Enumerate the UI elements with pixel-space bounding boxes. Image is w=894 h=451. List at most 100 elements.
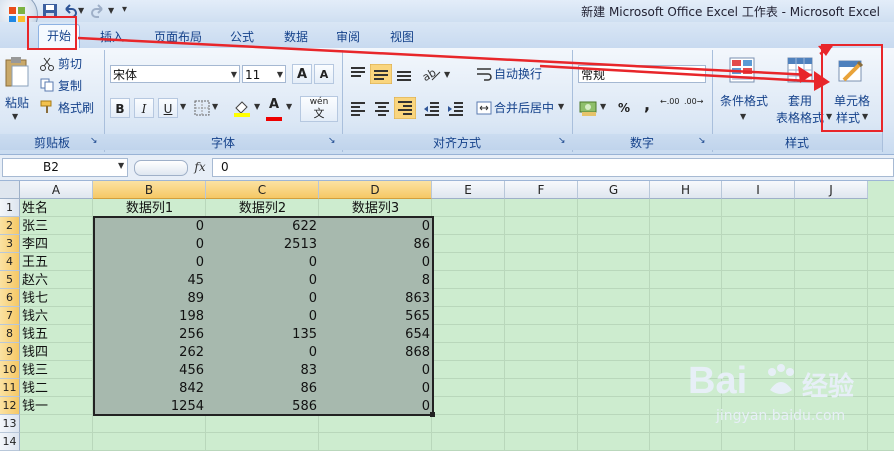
column-header-d[interactable]: D [319,181,432,199]
name-box[interactable]: B2 [2,158,128,177]
row-header-8[interactable]: 8 [0,325,20,343]
cell-a2[interactable]: 张三 [20,217,93,235]
font-size-combo[interactable]: 11 ▼ [242,65,286,83]
tab-view[interactable]: 视图 [384,28,420,46]
underline-button[interactable]: U [158,98,178,118]
cell-a11[interactable]: 钱二 [20,379,93,397]
row-header-3[interactable]: 3 [0,235,20,253]
tab-formulas[interactable]: 公式 [224,28,260,46]
select-all-corner[interactable] [0,181,20,199]
cell-a3[interactable]: 李四 [20,235,93,253]
cell-a12[interactable]: 钱一 [20,397,93,415]
tab-page-layout[interactable]: 页面布局 [148,28,208,46]
customize-qat-icon[interactable]: ▾ [122,4,127,15]
cell-d1[interactable]: 数据列3 [319,199,432,217]
column-header-g[interactable]: G [578,181,650,199]
fill-handle[interactable] [430,412,435,417]
fill-color-icon[interactable] [232,99,252,117]
align-top-icon[interactable] [348,64,368,84]
phonetic-button[interactable]: wén 文 [300,96,338,122]
increase-decimal-button[interactable]: ←.00 [660,97,682,119]
formula-bar-splitter[interactable] [134,160,188,176]
column-header-a[interactable]: A [20,181,93,199]
merge-center-button[interactable]: 合并后居中 [494,98,554,118]
tab-insert[interactable]: 插入 [92,28,132,46]
cell-a1[interactable]: 姓名 [20,199,93,217]
shrink-font-button[interactable]: A [314,64,334,84]
align-middle-icon[interactable] [370,64,392,84]
font-color-dropdown-icon[interactable]: ▼ [286,102,292,111]
column-header-f[interactable]: F [505,181,578,199]
cell-a8[interactable]: 钱五 [20,325,93,343]
cell-a5[interactable]: 赵六 [20,271,93,289]
align-center-icon[interactable] [372,98,392,118]
undo-dropdown-icon[interactable]: ▼ [78,6,84,15]
paste-button[interactable]: 粘贴 [2,94,32,111]
column-header-j[interactable]: J [795,181,868,199]
row-header-2[interactable]: 2 [0,217,20,235]
merge-center-dropdown-icon[interactable]: ▼ [558,102,564,111]
comma-style-button[interactable]: , [640,96,654,116]
wrap-text-button[interactable]: 自动换行 [494,64,542,84]
column-header-c[interactable]: C [206,181,319,199]
insert-function-button[interactable]: fx [190,158,210,177]
font-size-dropdown-icon[interactable]: ▼ [277,66,283,84]
align-left-icon[interactable] [348,98,368,118]
borders-icon[interactable] [194,100,210,116]
font-dialog-launcher-icon[interactable]: ↘ [328,136,336,146]
format-as-table-line1[interactable]: 套用 [774,92,826,109]
conditional-formatting-button[interactable]: 条件格式 [716,92,772,109]
row-header-14[interactable]: 14 [0,433,20,451]
row-header-6[interactable]: 6 [0,289,20,307]
conditional-formatting-dropdown-icon[interactable]: ▼ [740,112,746,121]
row-header-9[interactable]: 9 [0,343,20,361]
formula-input[interactable]: 0 [212,158,894,177]
number-format-combo[interactable]: 常规 [578,65,706,83]
redo-icon[interactable] [90,3,106,19]
bold-button[interactable]: B [110,98,130,118]
column-header-e[interactable]: E [432,181,505,199]
row-header-12[interactable]: 12 [0,397,20,415]
tab-review[interactable]: 审阅 [330,28,366,46]
orientation-dropdown-icon[interactable]: ▼ [444,70,450,79]
copy-button[interactable]: 复制 [58,76,82,96]
clipboard-dialog-launcher-icon[interactable]: ↘ [90,136,98,146]
row-header-13[interactable]: 13 [0,415,20,433]
format-as-table-button[interactable]: 表格格式 [772,109,828,126]
cell-b1[interactable]: 数据列1 [93,199,206,217]
row-header-7[interactable]: 7 [0,307,20,325]
align-right-icon[interactable] [394,97,416,119]
align-bottom-icon[interactable] [394,64,414,84]
fill-color-dropdown-icon[interactable]: ▼ [254,102,260,111]
column-header-h[interactable]: H [650,181,722,199]
cell-c1[interactable]: 数据列2 [206,199,319,217]
orientation-icon[interactable]: ab [420,64,442,84]
cell-a10[interactable]: 钱三 [20,361,93,379]
decrease-decimal-button[interactable]: .00→ [684,97,706,119]
cell-a9[interactable]: 钱四 [20,343,93,361]
borders-dropdown-icon[interactable]: ▼ [212,102,218,111]
font-color-button[interactable]: A [266,97,282,121]
tab-data[interactable]: 数据 [278,28,314,46]
column-header-i[interactable]: I [722,181,795,199]
row-header-11[interactable]: 11 [0,379,20,397]
font-name-combo[interactable]: 宋体 ▼ [110,65,240,83]
column-header-b[interactable]: B [93,181,206,199]
cell-a4[interactable]: 王五 [20,253,93,271]
row-header-10[interactable]: 10 [0,361,20,379]
decrease-indent-icon[interactable] [422,98,442,118]
paste-icon[interactable] [4,56,30,88]
row-header-5[interactable]: 5 [0,271,20,289]
font-name-dropdown-icon[interactable]: ▼ [231,66,237,84]
percent-style-button[interactable]: % [614,98,634,118]
increase-indent-icon[interactable] [446,98,466,118]
accounting-dropdown-icon[interactable]: ▼ [600,102,606,111]
underline-dropdown-icon[interactable]: ▼ [180,102,186,111]
alignment-dialog-launcher-icon[interactable]: ↘ [558,136,566,146]
paste-dropdown-icon[interactable]: ▼ [12,112,18,121]
row-header-4[interactable]: 4 [0,253,20,271]
number-dialog-launcher-icon[interactable]: ↘ [698,136,706,146]
accounting-format-icon[interactable] [578,98,600,118]
italic-button[interactable]: I [134,98,154,118]
format-painter-button[interactable]: 格式刷 [58,98,94,118]
